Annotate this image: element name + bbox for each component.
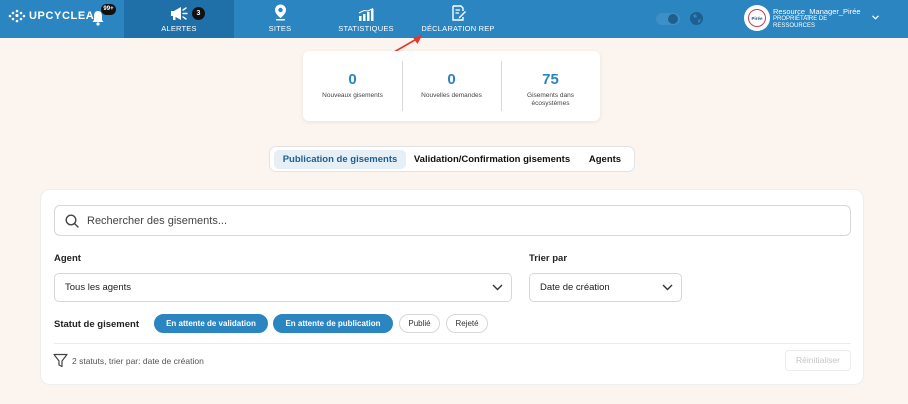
globe-icon[interactable]: [689, 11, 704, 26]
chevron-down-icon: [662, 284, 673, 291]
nav-item-declaration-rep[interactable]: DÉCLARATION REP: [416, 0, 500, 38]
stat-new-deposits[interactable]: 0 Nouveaux gisements: [303, 51, 402, 121]
nav-item-alertes[interactable]: 3 ALERTES: [124, 0, 234, 38]
stat-new-requests[interactable]: 0 Nouvelles demandes: [402, 51, 501, 121]
filter-icon: [53, 353, 68, 368]
avatar-logo: Pirée: [748, 9, 766, 27]
alerts-count-badge: 3: [192, 7, 205, 20]
user-role: PROPRIÉTAIRE DE RESSOURCES: [773, 16, 828, 29]
stat-ecosystem-deposits[interactable]: 75 Gisements dans écosystèmes: [501, 51, 600, 121]
filters-panel: Agent Tous les agents Trier par Date de …: [40, 189, 864, 385]
sort-label: Trier par: [529, 253, 568, 264]
top-navigation-bar: UPCYCLEA 99+ 3 ALERTES SITES STATISTIQUE…: [0, 0, 908, 38]
search-input[interactable]: [87, 214, 787, 227]
status-chip-published[interactable]: Publié: [399, 314, 440, 333]
upcyclea-logo-icon: [8, 9, 26, 23]
search-bar: [54, 205, 851, 236]
filter-summary: 2 statuts, trier par: date de création: [72, 356, 204, 366]
notification-count-badge: 99+: [101, 4, 116, 15]
stat-value: 75: [542, 71, 559, 88]
agent-select-value: Tous les agents: [65, 282, 132, 293]
stat-label: Nouvelles demandes: [421, 92, 482, 99]
user-avatar[interactable]: Pirée: [744, 5, 770, 31]
bar-chart-icon: [358, 8, 374, 21]
divider: [54, 343, 851, 344]
tab-validation-confirmation[interactable]: Validation/Confirmation gisements: [410, 150, 574, 169]
tab-agents[interactable]: Agents: [578, 150, 632, 169]
section-tabs: Publication de gisements Validation/Conf…: [269, 146, 635, 172]
nav-item-sites[interactable]: SITES: [256, 0, 304, 38]
nav-label-alertes: ALERTES: [161, 24, 197, 33]
brand-logo[interactable]: UPCYCLEA: [8, 9, 94, 23]
status-chip-pending-validation[interactable]: En attente de validation: [154, 314, 268, 333]
status-chip-rejected[interactable]: Rejeté: [446, 314, 488, 333]
agent-select[interactable]: Tous les agents: [54, 273, 512, 302]
agent-label: Agent: [54, 253, 81, 264]
megaphone-icon: [171, 7, 188, 20]
stat-label: Gisements dans écosystèmes: [527, 92, 574, 107]
location-pin-icon: [274, 4, 286, 21]
user-name[interactable]: Resource_Manager_Pirée: [773, 7, 861, 16]
toggle-knob: [668, 14, 678, 24]
nav-label-declaration-rep: DÉCLARATION REP: [421, 24, 495, 33]
sort-select[interactable]: Date de création: [529, 273, 682, 302]
search-icon: [65, 213, 79, 228]
chevron-down-icon: [492, 284, 503, 291]
nav-label-sites: SITES: [268, 24, 292, 33]
theme-toggle[interactable]: [656, 13, 680, 25]
sort-select-value: Date de création: [540, 282, 610, 293]
brand-name: UPCYCLEA: [29, 10, 95, 22]
tab-publication[interactable]: Publication de gisements: [274, 150, 406, 169]
status-chip-pending-publication[interactable]: En attente de publication: [273, 314, 393, 333]
document-edit-icon: [451, 5, 466, 21]
stats-card: 0 Nouveaux gisements 0 Nouvelles demande…: [303, 51, 600, 121]
chevron-down-icon[interactable]: [872, 15, 879, 20]
reset-button[interactable]: Réinitialiser: [785, 350, 851, 371]
stat-label: Nouveaux gisements: [322, 92, 383, 99]
status-label: Statut de gisement: [54, 319, 139, 330]
stat-value: 0: [447, 71, 456, 88]
stat-value: 0: [348, 71, 357, 88]
